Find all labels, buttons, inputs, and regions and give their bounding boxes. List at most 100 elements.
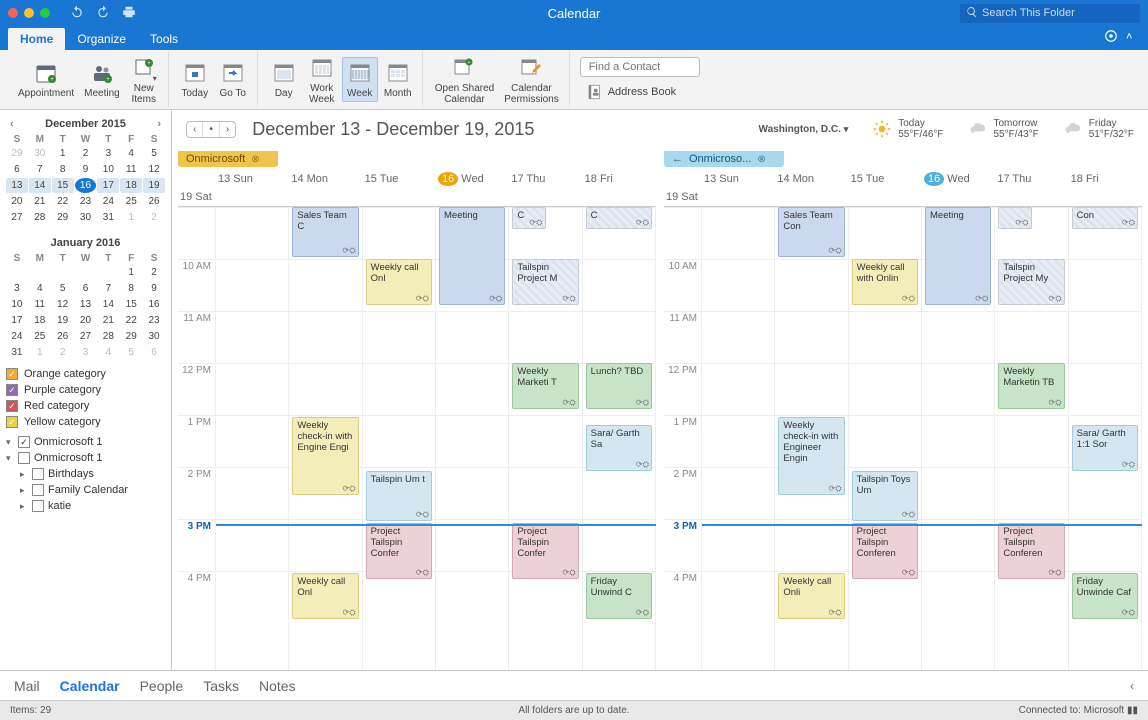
calendar-event[interactable]: Project Tailspin Confer⟳⛭	[512, 523, 578, 579]
minimize-window-button[interactable]	[24, 8, 34, 18]
mini-day[interactable]: 6	[75, 281, 97, 296]
day-header[interactable]: 14 Mon	[775, 170, 848, 188]
day-column[interactable]: Weekly call Onl⟳⛭Tailspin Um t⟳⛭Project …	[363, 207, 436, 670]
mini-day[interactable]: 3	[97, 146, 119, 161]
checkbox-icon[interactable]: ✓	[6, 400, 18, 412]
calendar-event[interactable]: Tailspin Um t⟳⛭	[366, 471, 432, 521]
tab-tools[interactable]: Tools	[138, 28, 190, 50]
mini-day[interactable]: 2	[143, 210, 165, 225]
mini-day[interactable]: 26	[143, 194, 165, 209]
mini-day[interactable]: 24	[6, 329, 28, 344]
day-column[interactable]: Weekly call with Onlin⟳⛭Tailspin Toys Um…	[849, 207, 922, 670]
mini-day[interactable]: 28	[29, 210, 51, 225]
redo-icon[interactable]	[96, 5, 110, 22]
checkbox-icon[interactable]	[32, 500, 44, 512]
mini-day[interactable]: 4	[29, 281, 51, 296]
mini-day[interactable]: 23	[143, 313, 165, 328]
mini-next-month[interactable]: ›	[153, 118, 165, 130]
calendar-event[interactable]: Sales Team C⟳⛭	[292, 207, 358, 257]
calendar-event[interactable]: C⟳⛭	[586, 207, 652, 229]
category-item[interactable]: ✓ Red category	[6, 398, 165, 414]
mini-day[interactable]: 27	[6, 210, 28, 225]
day-column[interactable]: C⟳⛭Lunch? TBD⟳⛭Sara/ Garth Sa⟳⛭Friday Un…	[583, 207, 656, 670]
calendar-event[interactable]: Tailspin Project My⟳⛭	[998, 259, 1064, 305]
mini-day[interactable]: 30	[75, 210, 97, 225]
mini-day[interactable]: 26	[52, 329, 74, 344]
mini-prev-month[interactable]: ‹	[6, 118, 18, 130]
calendar-event[interactable]: Weekly Marketin TB⟳⛭	[998, 363, 1064, 409]
today-button[interactable]: Today	[177, 58, 213, 101]
calendar-tree-child[interactable]: ▸ Family Calendar	[6, 482, 165, 498]
mini-day[interactable]: 8	[120, 281, 142, 296]
mini-day[interactable]: 5	[143, 146, 165, 161]
mini-day[interactable]	[97, 265, 119, 280]
mini-day[interactable]: 27	[75, 329, 97, 344]
day-header[interactable]: 18 Fri	[1069, 170, 1142, 188]
calendar-event[interactable]: Weekly call Onl⟳⛭	[366, 259, 432, 305]
day-header[interactable]: 19 Sat	[664, 188, 702, 206]
calendar-event[interactable]: Weekly check-in with Engineer Engin⟳⛭	[778, 417, 844, 495]
day-column[interactable]: C⟳⛭Tailspin Project M⟳⛭Weekly Marketi T⟳…	[509, 207, 582, 670]
mini-day[interactable]: 1	[52, 146, 74, 161]
checkbox-icon[interactable]: ✓	[6, 416, 18, 428]
mini-day[interactable]: 24	[97, 194, 119, 209]
mini-day[interactable]	[52, 265, 74, 280]
mini-day[interactable]: 15	[52, 178, 74, 193]
mini-day[interactable]: 29	[120, 329, 142, 344]
module-people[interactable]: People	[140, 678, 184, 694]
mini-day[interactable]: 11	[29, 297, 51, 312]
checkbox-icon[interactable]: ✓	[18, 436, 30, 448]
mini-day[interactable]: 3	[75, 345, 97, 360]
mini-day[interactable]: 7	[29, 162, 51, 177]
mini-day[interactable]: 12	[143, 162, 165, 177]
calendar-permissions-button[interactable]: Calendar Permissions	[500, 53, 562, 107]
mini-day[interactable]: 2	[75, 146, 97, 161]
month-view-button[interactable]: Month	[380, 58, 416, 101]
calendar-event[interactable]: Meeting⟳⛭	[925, 207, 991, 305]
tab-home[interactable]: Home	[8, 28, 65, 50]
mini-day[interactable]: 20	[75, 313, 97, 328]
day-header[interactable]: 13 Sun	[216, 170, 289, 188]
calendar-tree-node[interactable]: ▾ Onmicrosoft 1	[6, 450, 165, 466]
calendar-event[interactable]: Sara/ Garth Sa⟳⛭	[586, 425, 652, 471]
mini-day[interactable]: 9	[75, 162, 97, 177]
mini-day[interactable]: 19	[52, 313, 74, 328]
mini-day[interactable]: 2	[52, 345, 74, 360]
mini-day[interactable]: 22	[52, 194, 74, 209]
goto-button[interactable]: Go To	[215, 58, 251, 101]
calendar-event[interactable]: Friday Unwinde Caf⟳⛭	[1072, 573, 1138, 619]
calendar-event[interactable]: Weekly call Onl⟳⛭	[292, 573, 358, 619]
mini-day[interactable]: 22	[120, 313, 142, 328]
checkbox-icon[interactable]	[18, 452, 30, 464]
day-column[interactable]: Sales Team C⟳⛭ Weekly check-in with Engin…	[289, 207, 362, 670]
calendar-event[interactable]: Weekly Marketi T⟳⛭	[512, 363, 578, 409]
calendar-tree-child[interactable]: ▸ Birthdays	[6, 466, 165, 482]
day-header[interactable]: 14 Mon	[289, 170, 362, 188]
checkbox-icon[interactable]	[32, 484, 44, 496]
calendar-event[interactable]: Friday Unwind C⟳⛭	[586, 573, 652, 619]
mini-day[interactable]: 14	[29, 178, 51, 193]
disclosure-triangle-icon[interactable]: ▸	[20, 485, 28, 496]
mini-day[interactable]: 18	[120, 178, 142, 193]
today-pill-button[interactable]: •	[203, 122, 220, 137]
mini-day[interactable]: 13	[75, 297, 97, 312]
mini-day[interactable]: 30	[29, 146, 51, 161]
weather-day[interactable]: Tomorrow55°F/43°F	[968, 118, 1039, 140]
category-item[interactable]: ✓ Yellow category	[6, 414, 165, 430]
calendar-event[interactable]: Weekly call Onli⟳⛭	[778, 573, 844, 619]
mini-day[interactable]: 30	[143, 329, 165, 344]
day-column[interactable]	[216, 207, 289, 670]
mini-day[interactable]: 15	[120, 297, 142, 312]
day-column[interactable]: ⟳⛭Tailspin Project My⟳⛭Weekly Marketin T…	[995, 207, 1068, 670]
day-header[interactable]: 13 Sun	[702, 170, 775, 188]
mini-day[interactable]: 16	[143, 297, 165, 312]
appointment-button[interactable]: +Appointment	[14, 58, 78, 101]
day-column[interactable]: Con⟳⛭Sara/ Garth 1:1 Sor⟳⛭Friday Unwinde…	[1069, 207, 1142, 670]
nav-more-icon[interactable]: ‹	[1130, 679, 1134, 693]
mini-day[interactable]: 2	[143, 265, 165, 280]
calendar-event[interactable]: Weekly check-in with Engine Engi⟳⛭	[292, 417, 358, 495]
mini-day[interactable]: 16	[75, 178, 97, 193]
day-header[interactable]: 16 Wed	[436, 170, 509, 188]
work-week-view-button[interactable]: Work Week	[304, 53, 340, 107]
calendar-event[interactable]: Tailspin Project M⟳⛭	[512, 259, 578, 305]
